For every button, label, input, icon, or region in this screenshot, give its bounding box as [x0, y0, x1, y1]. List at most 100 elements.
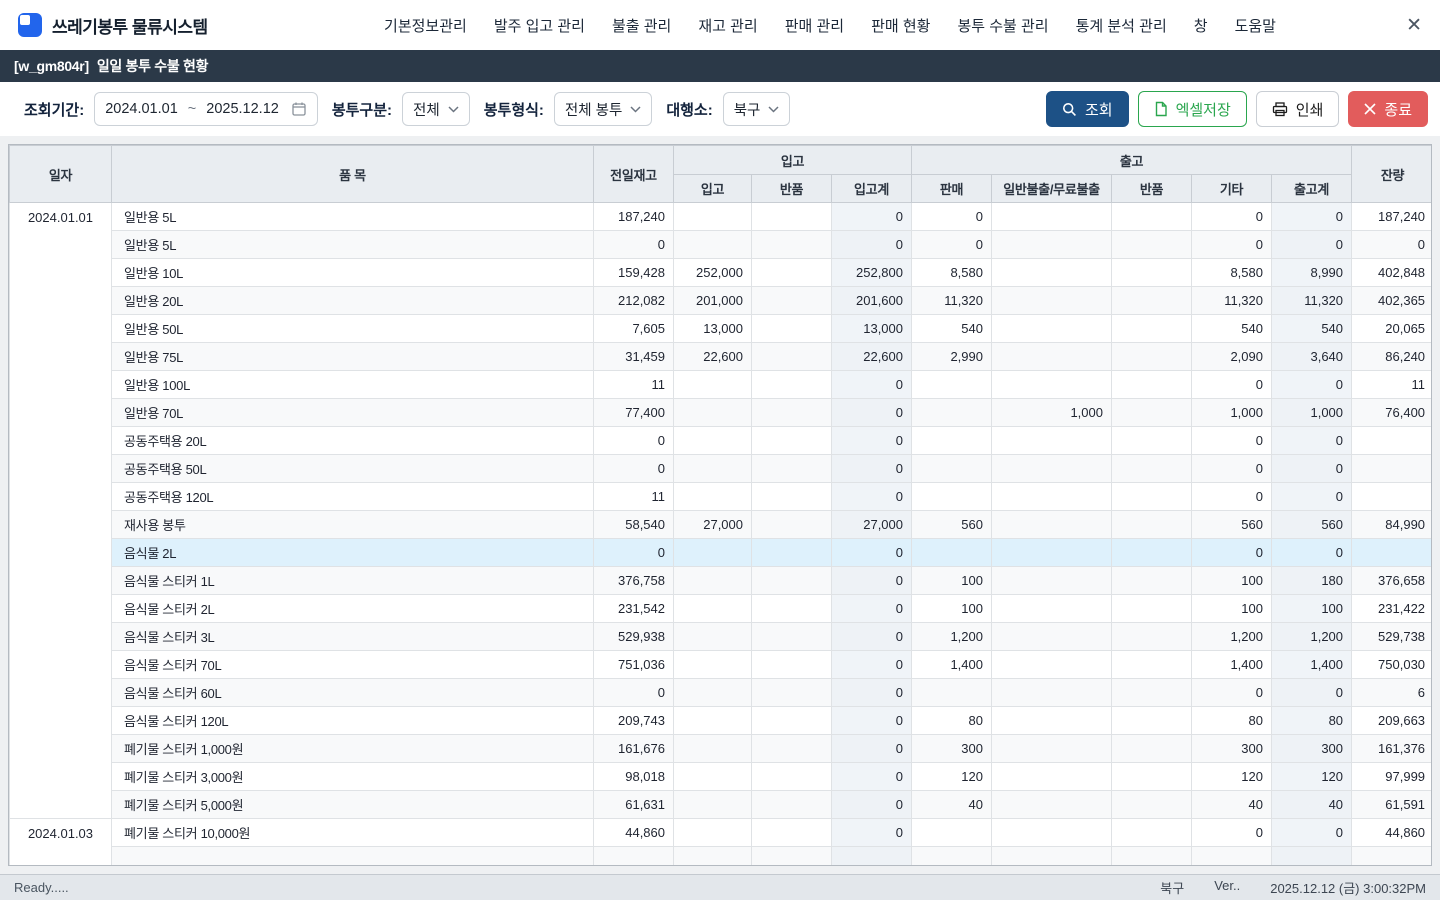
cell-out-return[interactable]: [1112, 511, 1192, 539]
cell-issue[interactable]: [992, 651, 1112, 679]
cell-out-total[interactable]: 3,640: [1272, 343, 1352, 371]
cell-in-return[interactable]: [752, 679, 832, 707]
cell-remain[interactable]: [1352, 847, 1432, 867]
print-button[interactable]: 인쇄: [1256, 91, 1340, 127]
cell-prev-stock[interactable]: 11: [594, 371, 674, 399]
cell-in-return[interactable]: [752, 539, 832, 567]
cell-remain[interactable]: [1352, 455, 1432, 483]
cell-out-total[interactable]: 0: [1272, 539, 1352, 567]
cell-sale[interactable]: [912, 455, 992, 483]
cell-prev-stock[interactable]: 529,938: [594, 623, 674, 651]
cell-sale[interactable]: [912, 427, 992, 455]
cell-issue[interactable]: [992, 539, 1112, 567]
cell-prev-stock[interactable]: 159,428: [594, 259, 674, 287]
cell-in-return[interactable]: [752, 371, 832, 399]
cell-sale[interactable]: 1,200: [912, 623, 992, 651]
cell-remain[interactable]: 376,658: [1352, 567, 1432, 595]
cell-in-return[interactable]: [752, 231, 832, 259]
cell-remain[interactable]: 187,240: [1352, 203, 1432, 231]
cell-remain[interactable]: 529,738: [1352, 623, 1432, 651]
cell-in[interactable]: [674, 623, 752, 651]
cell-in-return[interactable]: [752, 315, 832, 343]
cell-in-return[interactable]: [752, 399, 832, 427]
date-to-value[interactable]: 2025.12.12: [206, 101, 279, 117]
table-row[interactable]: 일반용 20L212,082201,000201,60011,32011,320…: [10, 287, 1433, 315]
cell-out-total[interactable]: 560: [1272, 511, 1352, 539]
cell-in-total[interactable]: 0: [832, 427, 912, 455]
cell-in-total[interactable]: 0: [832, 707, 912, 735]
cell-prev-stock[interactable]: 0: [594, 231, 674, 259]
cell-out-total[interactable]: 11,320: [1272, 287, 1352, 315]
cell-in-return[interactable]: [752, 259, 832, 287]
cell-sale[interactable]: [912, 399, 992, 427]
cell-remain[interactable]: 86,240: [1352, 343, 1432, 371]
cell-out-return[interactable]: [1112, 315, 1192, 343]
cell-sale[interactable]: [912, 847, 992, 867]
menu-item[interactable]: 불출 관리: [612, 15, 671, 36]
cell-remain[interactable]: [1352, 539, 1432, 567]
cell-in[interactable]: [674, 231, 752, 259]
cell-etc[interactable]: 120: [1192, 763, 1272, 791]
cell-out-total[interactable]: 100: [1272, 595, 1352, 623]
cell-etc[interactable]: 0: [1192, 483, 1272, 511]
cell-prev-stock[interactable]: 0: [594, 539, 674, 567]
cell-out-total[interactable]: 0: [1272, 483, 1352, 511]
cell-issue[interactable]: [992, 707, 1112, 735]
cell-in[interactable]: 13,000: [674, 315, 752, 343]
cell-item[interactable]: 음식물 2L: [112, 539, 594, 567]
cell-in-return[interactable]: [752, 763, 832, 791]
cell-etc[interactable]: 540: [1192, 315, 1272, 343]
cell-in[interactable]: [674, 707, 752, 735]
cell-etc[interactable]: 0: [1192, 679, 1272, 707]
cell-sale[interactable]: 100: [912, 595, 992, 623]
cell-out-return[interactable]: [1112, 847, 1192, 867]
cell-sale[interactable]: 120: [912, 763, 992, 791]
cell-prev-stock[interactable]: 161,676: [594, 735, 674, 763]
cell-in[interactable]: [674, 679, 752, 707]
cell-issue[interactable]: [992, 455, 1112, 483]
cell-out-return[interactable]: [1112, 791, 1192, 819]
cell-in-return[interactable]: [752, 455, 832, 483]
exit-button[interactable]: 종료: [1348, 91, 1428, 127]
table-row[interactable]: [10, 847, 1433, 867]
cell-out-return[interactable]: [1112, 651, 1192, 679]
table-row[interactable]: 2024.01.01일반용 5L187,2400000187,240: [10, 203, 1433, 231]
cell-etc[interactable]: 100: [1192, 595, 1272, 623]
cell-in[interactable]: [674, 763, 752, 791]
search-button[interactable]: 조회: [1046, 91, 1129, 127]
cell-sale[interactable]: [912, 679, 992, 707]
cell-in[interactable]: 252,000: [674, 259, 752, 287]
cell-in-total[interactable]: 0: [832, 623, 912, 651]
cell-etc[interactable]: 0: [1192, 203, 1272, 231]
cell-item[interactable]: 폐기물 스티커 3,000원: [112, 763, 594, 791]
cell-item[interactable]: 폐기물 스티커 10,000원: [112, 819, 594, 847]
cell-in-return[interactable]: [752, 511, 832, 539]
cell-in-total[interactable]: 0: [832, 651, 912, 679]
cell-out-total[interactable]: 0: [1272, 819, 1352, 847]
cell-item[interactable]: 공동주택용 120L: [112, 483, 594, 511]
cell-in-return[interactable]: [752, 707, 832, 735]
cell-out-return[interactable]: [1112, 819, 1192, 847]
cell-sale[interactable]: [912, 819, 992, 847]
cell-remain[interactable]: 231,422: [1352, 595, 1432, 623]
agency-select[interactable]: 북구: [723, 92, 791, 126]
cell-sale[interactable]: 560: [912, 511, 992, 539]
cell-in-total[interactable]: 0: [832, 399, 912, 427]
cell-prev-stock[interactable]: 0: [594, 679, 674, 707]
cell-in[interactable]: 27,000: [674, 511, 752, 539]
cell-in-return[interactable]: [752, 483, 832, 511]
cell-issue[interactable]: 1,000: [992, 399, 1112, 427]
cell-in-total[interactable]: 27,000: [832, 511, 912, 539]
cell-sale[interactable]: 100: [912, 567, 992, 595]
cell-prev-stock[interactable]: 58,540: [594, 511, 674, 539]
table-row[interactable]: 일반용 10L159,428252,000252,8008,5808,5808,…: [10, 259, 1433, 287]
cell-sale[interactable]: 8,580: [912, 259, 992, 287]
cell-issue[interactable]: [992, 371, 1112, 399]
cell-prev-stock[interactable]: 212,082: [594, 287, 674, 315]
cell-issue[interactable]: [992, 427, 1112, 455]
table-row[interactable]: 공동주택용 50L0000: [10, 455, 1433, 483]
cell-in-total[interactable]: 0: [832, 455, 912, 483]
cell-out-return[interactable]: [1112, 539, 1192, 567]
cell-out-total[interactable]: 300: [1272, 735, 1352, 763]
cell-sale[interactable]: 2,990: [912, 343, 992, 371]
